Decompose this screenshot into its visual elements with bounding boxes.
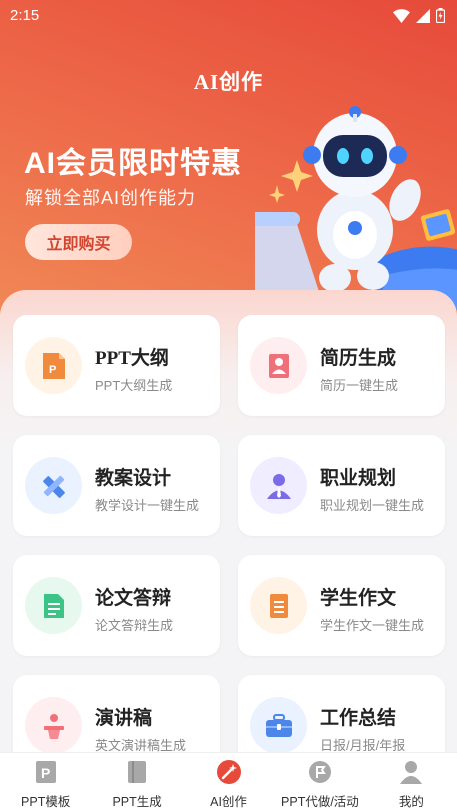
robot-mascot-illustration bbox=[255, 106, 457, 310]
page-title: AI创作 bbox=[193, 70, 264, 94]
tab-ppt-service[interactable]: PPT代做/活动 bbox=[274, 753, 365, 812]
feature-panel: P PPT大纲 PPT大纲生成 简历生成 简历一键生成 教案设计 教学设计一键生… bbox=[0, 290, 457, 776]
card-ppt-outline[interactable]: P PPT大纲 PPT大纲生成 bbox=[13, 315, 220, 416]
wifi-icon bbox=[393, 8, 410, 23]
card-title: 教案设计 bbox=[95, 468, 172, 489]
card-subtitle: 简历一键生成 bbox=[320, 378, 399, 393]
ppt-outline-icon: P bbox=[25, 337, 82, 394]
card-subtitle: 学生作文一键生成 bbox=[320, 618, 425, 633]
briefcase-icon bbox=[250, 697, 307, 754]
card-lesson-plan[interactable]: 教案设计 教学设计一键生成 bbox=[13, 435, 220, 536]
hero-banner: 2:15 AI创作 AI会员限时特惠 解锁全部AI创作能力 立即购买 bbox=[0, 0, 457, 330]
status-bar: 2:15 bbox=[0, 0, 457, 32]
tab-label: PPT生成 bbox=[112, 795, 162, 809]
ruler-pencil-icon bbox=[25, 457, 82, 514]
speech-podium-icon bbox=[25, 697, 82, 754]
tab-ai-create[interactable]: AI创作 bbox=[183, 753, 274, 812]
status-time: 2:15 bbox=[10, 7, 40, 24]
card-subtitle: 论文答辩生成 bbox=[95, 618, 174, 633]
card-title: 演讲稿 bbox=[95, 708, 153, 729]
ppt-generate-icon bbox=[124, 759, 150, 785]
card-thesis-defense[interactable]: 论文答辩 论文答辩生成 bbox=[13, 555, 220, 656]
card-title: 学生作文 bbox=[320, 588, 397, 609]
tab-label: 我的 bbox=[398, 795, 424, 809]
card-title: PPT大纲 bbox=[95, 348, 169, 369]
svg-text:P: P bbox=[49, 364, 56, 376]
ppt-template-icon: P bbox=[33, 759, 59, 785]
card-title: 论文答辩 bbox=[95, 588, 172, 609]
tab-ppt-generate[interactable]: PPT生成 bbox=[91, 753, 182, 812]
tab-label: AI创作 bbox=[210, 795, 247, 809]
card-subtitle: PPT大纲生成 bbox=[95, 378, 173, 393]
status-icons bbox=[393, 8, 445, 23]
resume-icon bbox=[250, 337, 307, 394]
card-title: 工作总结 bbox=[320, 708, 397, 729]
card-career-plan[interactable]: 职业规划 职业规划一键生成 bbox=[238, 435, 445, 536]
ppt-service-icon bbox=[307, 759, 333, 785]
promo-subtitle: 解锁全部AI创作能力 bbox=[25, 188, 197, 208]
buy-now-button[interactable]: 立即购买 bbox=[25, 224, 132, 260]
bottom-tab-bar: P PPT模板 PPT生成 AI创作 PPT代做/活动 我的 bbox=[0, 752, 457, 812]
career-person-icon bbox=[250, 457, 307, 514]
ai-create-icon bbox=[216, 759, 242, 785]
essay-doc-icon bbox=[250, 577, 307, 634]
battery-icon bbox=[436, 8, 445, 23]
promo-title: AI会员限时特惠 bbox=[24, 147, 242, 180]
card-subtitle: 职业规划一键生成 bbox=[320, 498, 425, 513]
profile-icon bbox=[398, 759, 424, 785]
card-resume[interactable]: 简历生成 简历一键生成 bbox=[238, 315, 445, 416]
tab-label: PPT模板 bbox=[21, 795, 71, 809]
svg-text:P: P bbox=[41, 765, 50, 781]
card-subtitle: 教学设计一键生成 bbox=[95, 498, 200, 513]
card-student-essay[interactable]: 学生作文 学生作文一键生成 bbox=[238, 555, 445, 656]
tab-label: PPT代做/活动 bbox=[281, 795, 359, 809]
paper-doc-icon bbox=[25, 577, 82, 634]
tab-ppt-template[interactable]: P PPT模板 bbox=[0, 753, 91, 812]
tab-profile[interactable]: 我的 bbox=[366, 753, 457, 812]
card-title: 职业规划 bbox=[320, 468, 397, 489]
card-title: 简历生成 bbox=[320, 348, 397, 369]
signal-icon bbox=[416, 8, 430, 23]
